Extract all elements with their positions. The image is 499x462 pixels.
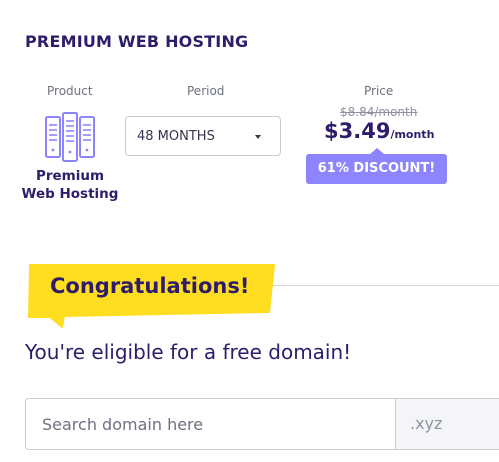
product-name-line1: Premium bbox=[35, 168, 105, 184]
server-icon bbox=[43, 110, 97, 164]
period-select[interactable]: 48 MONTHS bbox=[125, 116, 281, 156]
hosting-order-page: PREMIUM WEB HOSTING Product Period Price bbox=[0, 0, 499, 462]
product-name: Premium Web Hosting bbox=[20, 167, 120, 203]
period-column-label: Period bbox=[187, 84, 225, 98]
tld-selector[interactable]: .xyz bbox=[395, 398, 499, 450]
period-selected-value: 48 MONTHS bbox=[137, 128, 215, 144]
price-amount: $3.49 bbox=[324, 119, 391, 143]
product-column-label: Product bbox=[47, 84, 93, 98]
original-price: $8.84/month bbox=[340, 105, 418, 119]
current-price: $3.49/month bbox=[324, 119, 434, 143]
divider bbox=[250, 285, 499, 286]
domain-search-input[interactable] bbox=[25, 398, 395, 450]
page-title: PREMIUM WEB HOSTING bbox=[25, 32, 249, 51]
price-period: /month bbox=[390, 128, 435, 141]
price-column-label: Price bbox=[364, 84, 394, 98]
caret-down-icon bbox=[255, 135, 261, 139]
free-domain-message: You're eligible for a free domain! bbox=[25, 340, 352, 364]
discount-badge: 61% DISCOUNT! bbox=[306, 148, 447, 184]
congratulations-text: Congratulations! bbox=[50, 274, 250, 298]
product-name-line2: Web Hosting bbox=[21, 186, 119, 202]
congratulations-banner: Congratulations! bbox=[26, 262, 276, 328]
domain-search-row: .xyz bbox=[25, 398, 499, 450]
